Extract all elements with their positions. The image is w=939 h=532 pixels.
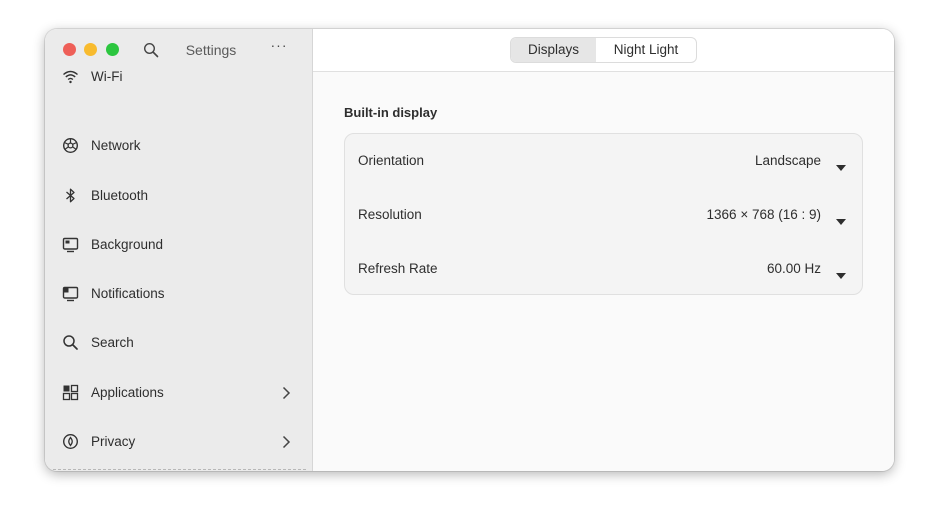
sidebar-item-label: Network [91,138,141,154]
sidebar-item-label: Privacy [91,434,136,450]
sidebar-item-notifications[interactable]: Notifications [45,269,313,318]
privacy-icon [62,433,79,450]
refresh-rate-label: Refresh Rate [358,261,438,276]
sidebar-item-label: Background [91,236,164,252]
display-settings-card: Orientation Landscape Resolution 1366 × … [344,133,863,295]
orientation-label: Orientation [358,153,425,168]
sidebar-nav: Wi-Fi Network Bluetooth Background Notif… [45,69,313,466]
tab-displays[interactable]: Displays [511,38,596,62]
sidebar-item-privacy[interactable]: Privacy [45,417,313,466]
settings-window: Settings ··· Wi-Fi Network Bluetooth Bac… [45,29,894,471]
orientation-value: Landscape [754,153,821,168]
sidebar-title: Settings [185,42,237,58]
view-switcher: Displays Night Light [510,37,697,63]
dropdown-arrow-icon[interactable] [836,158,846,171]
content-header: Displays Night Light [313,29,894,72]
chevron-right-icon [281,386,291,400]
resolution-label: Resolution [358,207,422,222]
bluetooth-icon [62,187,79,204]
sidebar-item-label: Notifications [91,286,165,302]
applications-icon [62,384,79,401]
sidebar-item-network[interactable]: Network [45,121,313,170]
sidebar-item-background[interactable]: Background [45,220,313,269]
orientation-row[interactable]: Orientation Landscape [345,134,862,188]
dropdown-arrow-icon[interactable] [836,266,846,279]
section-title: Built-in display [344,105,438,120]
notifications-icon [62,285,79,302]
close-window-button[interactable] [63,43,76,56]
main-menu-button[interactable]: ··· [269,37,289,55]
chevron-right-icon [281,435,291,449]
content-pane: Displays Night Light Built-in display Or… [313,29,894,471]
background-icon [62,236,79,253]
sidebar-item-wifi[interactable]: Wi-Fi [45,69,313,121]
minimize-window-button[interactable] [84,43,97,56]
maximize-window-button[interactable] [106,43,119,56]
sidebar-item-applications[interactable]: Applications [45,368,313,417]
tab-night-light[interactable]: Night Light [596,38,696,62]
resolution-value: 1366 × 768 (16 : 9) [706,207,821,222]
sidebar-item-search[interactable]: Search [45,318,313,367]
sidebar: Settings ··· Wi-Fi Network Bluetooth Bac… [45,29,313,471]
sidebar-item-label: Bluetooth [91,187,149,203]
search-icon [62,334,79,351]
dropdown-arrow-icon[interactable] [836,212,846,225]
sidebar-item-label: Wi-Fi [91,69,123,84]
refresh-rate-value: 60.00 Hz [766,261,821,276]
sidebar-scroll-divider [53,469,306,470]
resolution-row[interactable]: Resolution 1366 × 768 (16 : 9) [345,188,862,242]
sidebar-item-label: Search [91,335,134,351]
network-icon [62,137,79,154]
search-icon[interactable] [143,42,159,58]
wifi-icon [62,68,79,85]
sidebar-header: Settings ··· [45,29,313,71]
refresh-rate-row[interactable]: Refresh Rate 60.00 Hz [345,242,862,296]
sidebar-item-label: Applications [91,384,164,400]
sidebar-item-bluetooth[interactable]: Bluetooth [45,171,313,220]
